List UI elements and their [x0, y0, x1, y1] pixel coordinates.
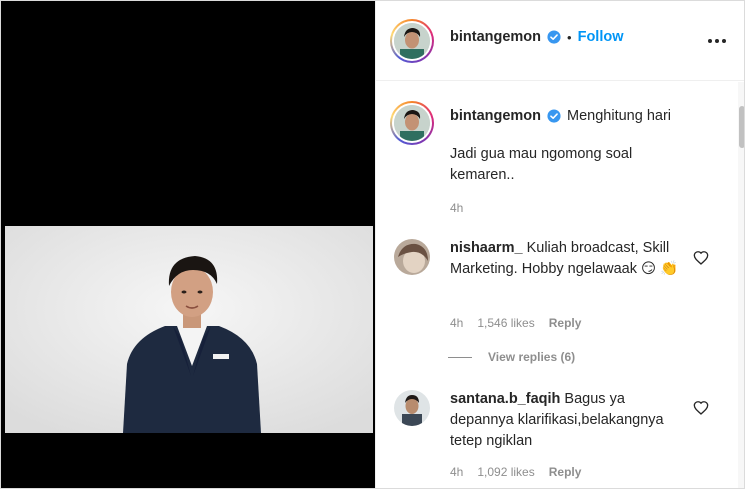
comment-likes[interactable]: 1,546 likes	[477, 316, 534, 330]
comment-text: nishaarm_ Kuliah broadcast, Skill Market…	[450, 238, 690, 280]
comments-section[interactable]: bintangemon Menghitung hari Jadi gua mau…	[376, 82, 744, 488]
instagram-post-view: bintangemon • Follow bintangemon Menghit…	[0, 0, 745, 489]
comment-text: santana.b_faqih Bagus ya depannya klarif…	[450, 389, 690, 452]
comment-likes[interactable]: 1,092 likes	[477, 465, 534, 479]
scrollbar-thumb[interactable]	[739, 106, 744, 148]
caption-username[interactable]: bintangemon	[450, 108, 541, 124]
reply-button[interactable]: Reply	[549, 316, 582, 330]
comment-avatar[interactable]	[394, 239, 430, 275]
verified-badge-icon	[547, 30, 561, 44]
post-header: bintangemon • Follow	[376, 1, 744, 81]
verified-badge-icon	[547, 109, 561, 123]
like-heart-icon[interactable]	[693, 250, 709, 266]
comment-timestamp: 4h	[450, 316, 464, 330]
post-side-panel: bintangemon • Follow bintangemon Menghit…	[375, 1, 744, 488]
avatar-image	[394, 390, 430, 426]
comment-username[interactable]: santana.b_faqih	[450, 391, 560, 407]
caption-timestamp: 4h	[450, 201, 464, 215]
view-replies-button[interactable]: View replies (6)	[448, 350, 575, 364]
comment-avatar[interactable]	[394, 390, 430, 426]
avatar-image	[394, 239, 430, 275]
comments-scrollbar[interactable]	[738, 82, 744, 488]
caption-header: bintangemon Menghitung hari	[450, 108, 671, 124]
avatar-image	[394, 23, 430, 59]
header-username[interactable]: bintangemon	[450, 29, 541, 45]
comment-meta: 4h 1,092 likes Reply	[450, 465, 581, 479]
more-options-icon[interactable]	[705, 31, 729, 51]
video-still-image	[5, 226, 373, 433]
header-avatar[interactable]	[390, 19, 434, 63]
follow-button[interactable]: Follow	[578, 29, 624, 45]
comment-meta: 4h 1,546 likes Reply	[450, 316, 581, 330]
comment-username[interactable]: nishaarm_	[450, 240, 523, 256]
replies-divider	[448, 356, 472, 358]
view-replies-label: View replies (6)	[488, 350, 576, 364]
post-media[interactable]	[1, 1, 375, 488]
avatar-image	[394, 105, 430, 141]
caption-avatar[interactable]	[390, 101, 434, 145]
caption-text: Menghitung hari	[567, 108, 672, 124]
caption-body: Jadi gua mau ngomong soal kemaren..	[450, 146, 633, 183]
separator-dot: •	[567, 29, 572, 45]
reply-button[interactable]: Reply	[549, 465, 582, 479]
comment-timestamp: 4h	[450, 465, 464, 479]
header-user-line: bintangemon • Follow	[450, 29, 624, 45]
video-frame[interactable]	[5, 226, 373, 433]
like-heart-icon[interactable]	[693, 400, 709, 416]
